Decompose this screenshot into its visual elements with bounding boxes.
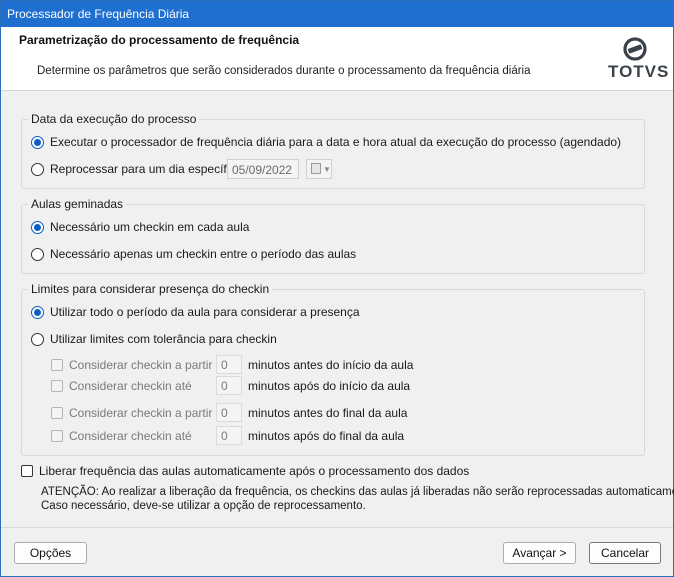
checkbox[interactable] — [51, 380, 63, 392]
tolerance-checkbox-2[interactable]: Considerar checkin até — [51, 379, 192, 393]
release-warning-note: ATENÇÃO: Ao realizar a liberação da freq… — [41, 485, 674, 513]
tolerance-checkbox-1[interactable]: Considerar checkin a partir de — [51, 358, 229, 372]
checkbox[interactable] — [21, 465, 33, 477]
radio-use-tolerance[interactable]: Utilizar limites com tolerância para che… — [31, 332, 277, 346]
radio-button[interactable] — [31, 305, 44, 319]
tolerance-suffix-4: minutos após do final da aula — [248, 429, 405, 443]
combined-classes-group-label: Aulas geminadas — [28, 197, 127, 211]
radio-execute-current[interactable]: Executar o processador de frequência diá… — [31, 135, 621, 149]
date-input[interactable]: 05/09/2022 — [227, 159, 299, 179]
execution-date-group-label: Data da execução do processo — [28, 112, 200, 126]
radio-button[interactable] — [31, 220, 44, 234]
tolerance-label-1: Considerar checkin a partir de — [69, 358, 230, 372]
header-description: Determine os parâmetros que serão consid… — [37, 65, 531, 77]
tolerance-label-4: Considerar checkin até — [69, 429, 192, 443]
dialog-window: Processador de Frequência Diária Paramet… — [0, 0, 674, 577]
minutes-input-1[interactable]: 0 — [216, 355, 242, 374]
minutes-input-4[interactable]: 0 — [216, 426, 242, 445]
radio-button[interactable] — [31, 162, 44, 176]
checkbox[interactable] — [51, 430, 63, 442]
radio-checkin-each-class-label: Necessário um checkin em cada aula — [50, 220, 250, 234]
checkbox[interactable] — [51, 359, 63, 371]
calendar-icon — [311, 163, 321, 174]
radio-reprocess-specific[interactable]: Reprocessar para um dia específico: — [31, 162, 245, 176]
presence-limits-group-label: Limites para considerar presença do chec… — [28, 282, 273, 296]
title-bar[interactable]: Processador de Frequência Diária — [1, 1, 673, 27]
release-frequency-checkbox[interactable]: Liberar frequência das aulas automaticam… — [21, 464, 469, 478]
window-title: Processador de Frequência Diária — [7, 7, 190, 21]
radio-checkin-single[interactable]: Necessário apenas um checkin entre o per… — [31, 247, 356, 261]
combined-classes-group: Aulas geminadas — [21, 197, 645, 274]
date-picker-button[interactable]: ▼ — [306, 159, 332, 179]
tolerance-checkbox-3[interactable]: Considerar checkin a partir de — [51, 406, 229, 420]
checkbox[interactable] — [51, 407, 63, 419]
radio-use-full-period-label: Utilizar todo o período da aula para con… — [50, 305, 360, 319]
tolerance-label-2: Considerar checkin até — [69, 379, 192, 393]
chevron-down-icon: ▼ — [323, 165, 331, 174]
warning-line-2: Caso necessário, deve-se utilizar a opçã… — [41, 500, 366, 512]
tolerance-suffix-3: minutos antes do final da aula — [248, 406, 408, 420]
totvs-logo-icon — [623, 37, 647, 61]
execution-date-group: Data da execução do processo — [21, 112, 645, 189]
footer-divider — [1, 527, 673, 528]
release-frequency-label: Liberar frequência das aulas automaticam… — [39, 464, 470, 478]
radio-button[interactable] — [31, 247, 44, 261]
tolerance-label-3: Considerar checkin a partir de — [69, 406, 230, 420]
radio-checkin-each-class[interactable]: Necessário um checkin em cada aula — [31, 220, 249, 234]
wizard-header: Parametrização do processamento de frequ… — [1, 27, 673, 91]
radio-use-full-period[interactable]: Utilizar todo o período da aula para con… — [31, 305, 360, 319]
radio-button[interactable] — [31, 332, 44, 346]
options-button[interactable]: Opções — [14, 542, 87, 564]
radio-checkin-single-label: Necessário apenas um checkin entre o per… — [50, 247, 357, 261]
cancel-button[interactable]: Cancelar — [589, 542, 661, 564]
radio-execute-current-label: Executar o processador de frequência diá… — [50, 135, 622, 149]
header-title: Parametrização do processamento de frequ… — [19, 33, 300, 47]
minutes-input-2[interactable]: 0 — [216, 376, 242, 395]
warning-line-1: ATENÇÃO: Ao realizar a liberação da freq… — [41, 486, 674, 498]
totvs-logo: TOTVS — [605, 35, 668, 85]
tolerance-checkbox-4[interactable]: Considerar checkin até — [51, 429, 192, 443]
radio-reprocess-specific-label: Reprocessar para um dia específico: — [50, 162, 246, 176]
radio-use-tolerance-label: Utilizar limites com tolerância para che… — [50, 332, 277, 346]
tolerance-suffix-1: minutos antes do início da aula — [248, 358, 414, 372]
minutes-input-3[interactable]: 0 — [216, 403, 242, 422]
tolerance-suffix-2: minutos após do início da aula — [248, 379, 411, 393]
radio-button[interactable] — [31, 135, 44, 149]
next-button[interactable]: Avançar > — [503, 542, 576, 564]
logo-text: TOTVS — [608, 62, 670, 81]
